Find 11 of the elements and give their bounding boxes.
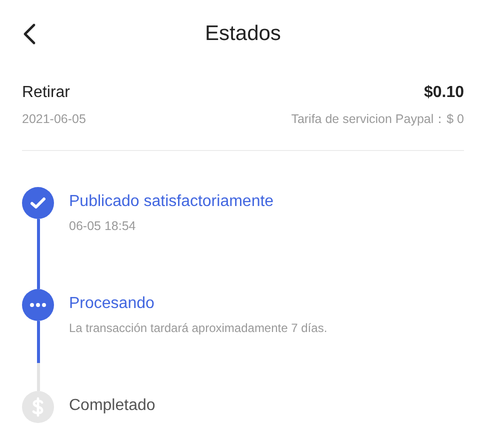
step-title: Publicado satisfactoriamente	[69, 193, 274, 211]
step-title: Procesando	[69, 295, 156, 313]
transaction-date: 2021-06-05	[22, 112, 86, 126]
step-title: Completado	[69, 397, 156, 415]
page-title: Estados	[205, 22, 281, 46]
step-detail: 06-05 18:54	[69, 219, 137, 233]
fee-text: Tarifa de servicion Paypal：$ 0	[291, 111, 464, 128]
amount: $0.10	[424, 84, 464, 102]
step-detail: La transacción tardará aproximadamente 7 días.	[69, 321, 328, 335]
transaction-type: Retirar	[22, 84, 70, 102]
back-icon[interactable]	[22, 23, 36, 45]
